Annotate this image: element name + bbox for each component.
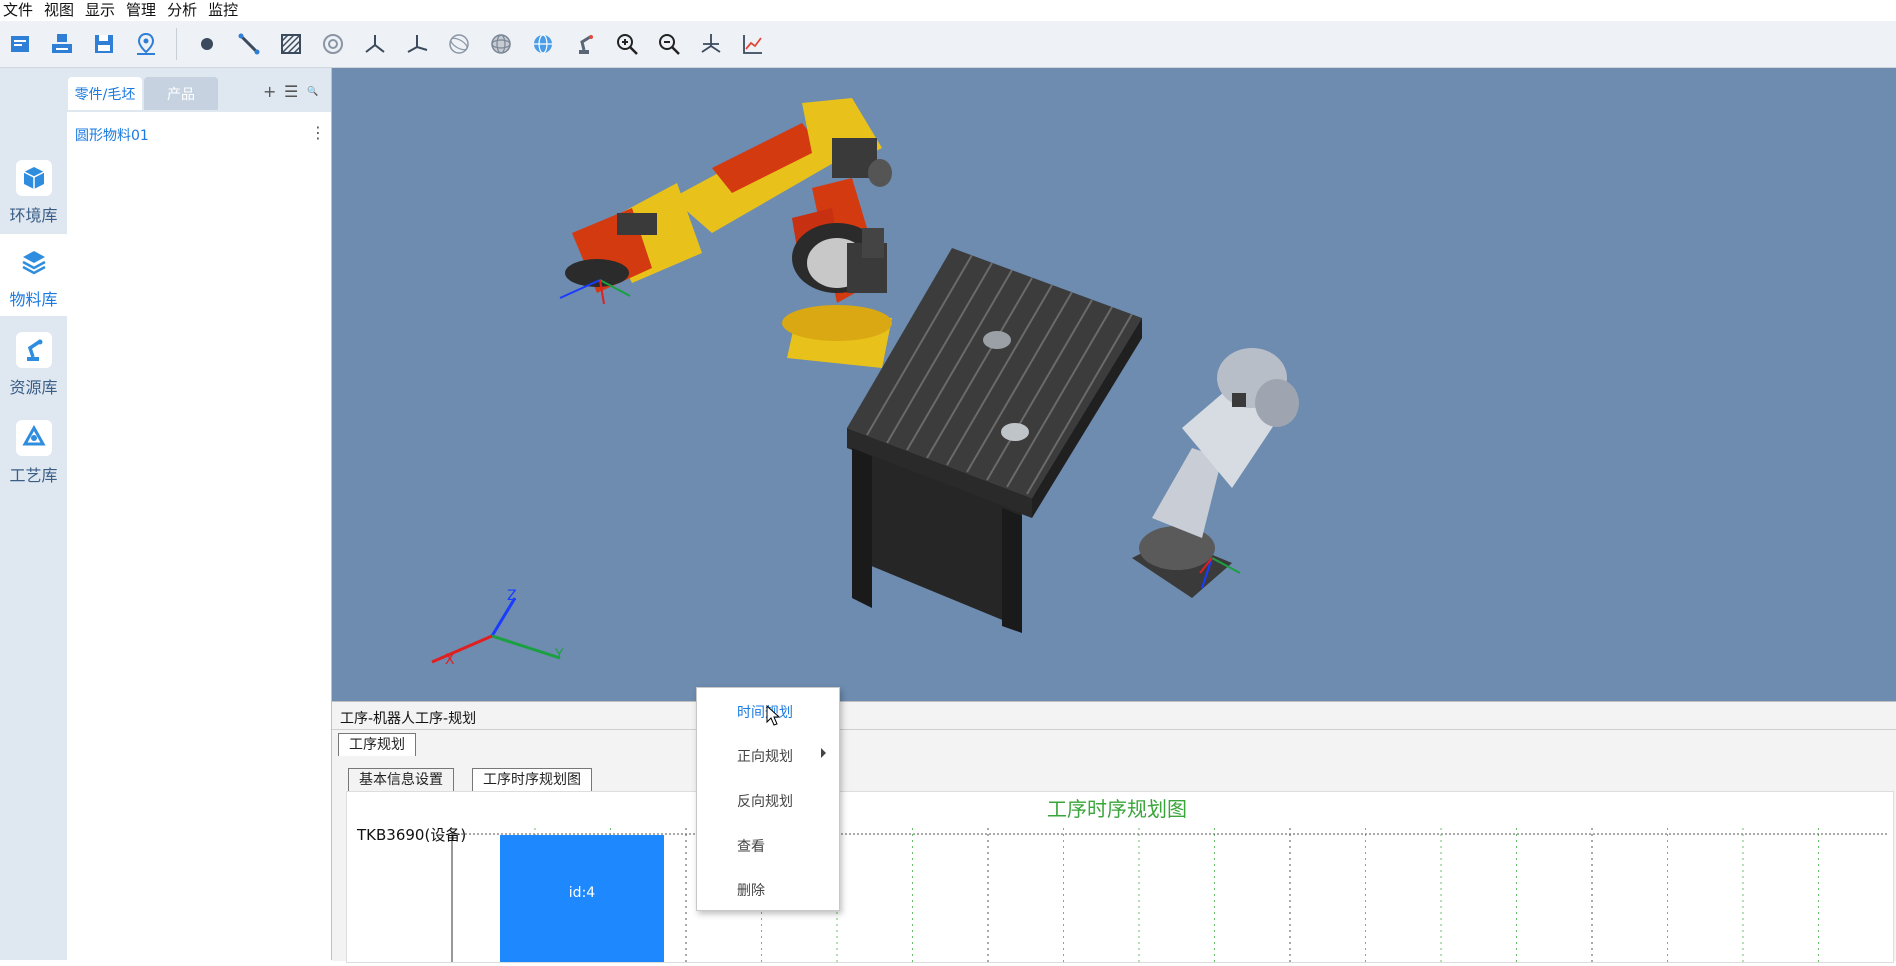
sphere-icon[interactable]	[481, 24, 521, 64]
rail-item-resource[interactable]: 资源库	[0, 322, 67, 404]
line-icon[interactable]	[229, 24, 269, 64]
save-icon[interactable]	[84, 24, 124, 64]
axis-label-z: Z	[507, 588, 517, 604]
menu-item-backward-planning[interactable]: 反向规划	[737, 791, 793, 811]
menu-analyze[interactable]: 分析	[164, 0, 205, 21]
more-options-icon[interactable]: ⋮	[310, 123, 326, 142]
toolbar-divider	[176, 28, 177, 60]
robot-icon[interactable]	[565, 24, 605, 64]
library-rail: 环境库 物料库 资源库 工艺库	[0, 68, 67, 960]
chart-icon[interactable]	[733, 24, 773, 64]
rail-item-process[interactable]: 工艺库	[0, 410, 67, 492]
menu-item-delete[interactable]: 删除	[737, 880, 765, 900]
rail-item-environment[interactable]: 环境库	[0, 150, 67, 232]
coordinate-icon[interactable]	[691, 24, 731, 64]
category-label: TKB3690(设备)	[356, 826, 466, 844]
add-button[interactable]: +	[263, 82, 276, 101]
menu-item-forward-planning[interactable]: 正向规划	[737, 746, 793, 766]
point-icon[interactable]	[187, 24, 227, 64]
axis-label-y: Y	[555, 647, 564, 663]
print-icon[interactable]	[42, 24, 82, 64]
workbench-table	[847, 248, 1142, 633]
surface-icon[interactable]	[271, 24, 311, 64]
zoom-out-icon[interactable]	[649, 24, 689, 64]
process-planning-panel: 工序-机器人工序-规划 工序规划 基本信息设置 工序时序规划图 工序时序规划图 …	[332, 701, 1896, 963]
cube-icon	[15, 160, 52, 196]
circle-icon[interactable]	[313, 24, 353, 64]
layers-icon	[16, 244, 52, 280]
submenu-arrow-icon	[821, 748, 826, 758]
menu-view[interactable]: 视图	[41, 0, 82, 21]
divider	[332, 729, 1896, 730]
menu-manage[interactable]: 管理	[123, 0, 164, 21]
menu-item-view[interactable]: 查看	[737, 836, 765, 856]
list-button[interactable]: ☰	[284, 82, 298, 101]
rail-item-material[interactable]: 物料库	[0, 234, 67, 316]
recycle-icon	[15, 420, 52, 456]
globe-icon[interactable]	[523, 24, 563, 64]
tab-products[interactable]: 产品	[144, 77, 218, 110]
menu-file[interactable]: 文件	[0, 0, 41, 21]
chart-title: 工序时序规划图	[1047, 797, 1187, 821]
frame-icon[interactable]	[355, 24, 395, 64]
tab-basic-info[interactable]: 基本信息设置	[348, 768, 454, 791]
timing-chart: 工序时序规划图 TKB3690(设备) id:4	[346, 791, 1895, 963]
rail-label: 资源库	[9, 378, 58, 397]
list-item[interactable]: 圆形物料01	[75, 125, 149, 145]
rail-label: 物料库	[9, 290, 58, 309]
industrial-robot-yellow	[565, 98, 892, 368]
library-panel: 零件/毛坯 产品 + ☰ 🔍 圆形物料01 ⋮	[67, 68, 332, 960]
menu-bar: 文件 视图 显示 管理 分析 监控	[0, 0, 1896, 21]
rail-label: 工艺库	[9, 466, 58, 485]
search-icon[interactable]: 🔍	[307, 87, 318, 97]
menu-display[interactable]: 显示	[82, 0, 123, 21]
toolbar	[0, 21, 1896, 68]
axis-label-x: X	[445, 652, 455, 668]
mouse-cursor-icon	[766, 705, 781, 726]
library-tabs: 零件/毛坯 产品 + ☰ 🔍	[67, 68, 331, 112]
sphere-wire-icon[interactable]	[439, 24, 479, 64]
robot-arm-icon	[15, 332, 52, 368]
menu-item-time-planning[interactable]: 时间规划	[737, 702, 793, 722]
tab-process-planning[interactable]: 工序规划	[338, 733, 416, 756]
tab-timing-chart[interactable]: 工序时序规划图	[472, 768, 592, 791]
bar-label: id:4	[569, 885, 595, 901]
3d-viewport[interactable]: Z Y X	[332, 68, 1896, 701]
axes-icon[interactable]	[397, 24, 437, 64]
menu-monitor[interactable]: 监控	[205, 0, 246, 21]
open-icon[interactable]	[0, 24, 40, 64]
panel-title: 工序-机器人工序-规划	[340, 711, 477, 727]
location-icon[interactable]	[126, 24, 166, 64]
rail-label: 环境库	[9, 206, 58, 225]
tab-parts[interactable]: 零件/毛坯	[68, 77, 142, 110]
zoom-in-icon[interactable]	[607, 24, 647, 64]
